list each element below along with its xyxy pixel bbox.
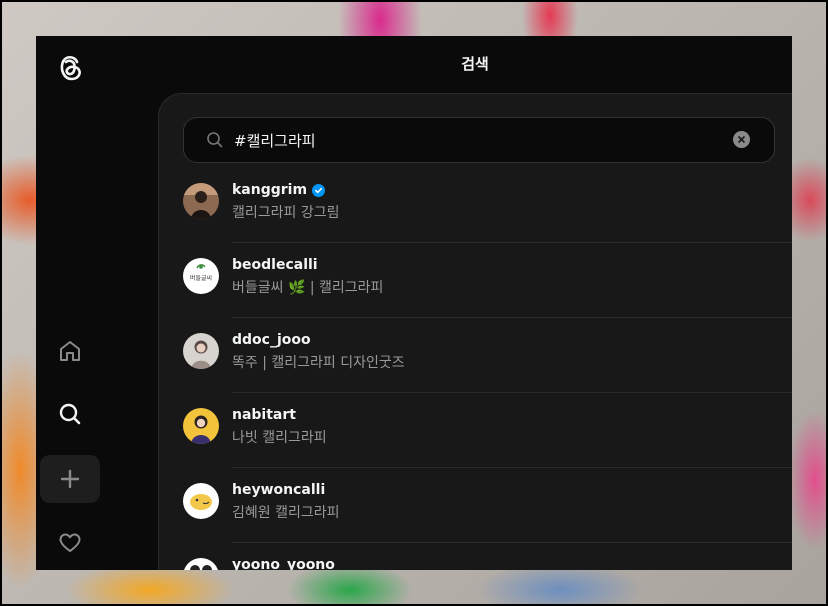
result-username[interactable]: yoono_yoono <box>232 557 335 570</box>
result-username[interactable]: heywoncalli <box>232 482 325 498</box>
result-bio: 김혜원 캘리그라피 <box>232 505 340 521</box>
result-username[interactable]: nabitart <box>232 407 296 423</box>
avatar-logo-text: 버들글씨 <box>190 274 212 282</box>
search-icon <box>59 403 81 425</box>
search-result-item[interactable]: yoono_yoono <box>183 543 792 570</box>
avatar[interactable]: 버들글씨 <box>183 258 219 294</box>
create-plus-icon <box>60 469 80 489</box>
nav-activity-button[interactable] <box>40 519 100 567</box>
search-result-item[interactable]: ddoc_jooo 똑주 | 캘리그라피 디자인굿즈 <box>183 318 792 393</box>
search-panel: #캘리그라피 kanggrim 캘리그라피 강그림 버들글씨 beodlecal… <box>158 93 792 570</box>
verified-badge-icon <box>312 183 326 197</box>
avatar[interactable] <box>183 558 219 570</box>
close-icon <box>737 135 746 144</box>
search-result-item[interactable]: kanggrim 캘리그라피 강그림 <box>183 168 792 243</box>
result-bio: 캘리그라피 강그림 <box>232 205 340 221</box>
result-bio: 나빗 캘리그라피 <box>232 430 327 446</box>
search-result-item[interactable]: 버들글씨 beodlecalli 버들글씨 🌿 | 캘리그라피 <box>183 243 792 318</box>
nav-search-button[interactable] <box>40 390 100 438</box>
search-icon <box>207 132 223 148</box>
result-username[interactable]: kanggrim <box>232 182 307 198</box>
threads-logo-icon[interactable] <box>53 50 87 84</box>
avatar[interactable] <box>183 408 219 444</box>
avatar[interactable] <box>183 183 219 219</box>
result-username[interactable]: ddoc_jooo <box>232 332 311 348</box>
result-bio: 버들글씨 🌿 | 캘리그라피 <box>232 280 384 296</box>
heart-icon <box>59 533 81 552</box>
result-bio: 똑주 | 캘리그라피 디자인굿즈 <box>232 355 405 371</box>
avatar[interactable] <box>183 483 219 519</box>
threads-app-window: 검색 #캘리그라피 kanggrim 캘리그라피 강그림 버들글씨 beodle… <box>36 36 792 570</box>
home-icon <box>60 341 80 361</box>
search-result-item[interactable]: heywoncalli 김혜원 캘리그라피 <box>183 468 792 543</box>
page-title: 검색 <box>461 55 489 73</box>
nav-home-button[interactable] <box>40 327 100 375</box>
nav-create-button[interactable] <box>40 455 100 503</box>
side-navigation <box>36 36 158 570</box>
search-result-item[interactable]: nabitart 나빗 캘리그라피 <box>183 393 792 468</box>
clear-search-button[interactable] <box>733 131 750 148</box>
search-query-text[interactable]: #캘리그라피 <box>234 130 316 151</box>
result-username[interactable]: beodlecalli <box>232 257 318 273</box>
search-input[interactable]: #캘리그라피 <box>183 117 775 163</box>
avatar[interactable] <box>183 333 219 369</box>
